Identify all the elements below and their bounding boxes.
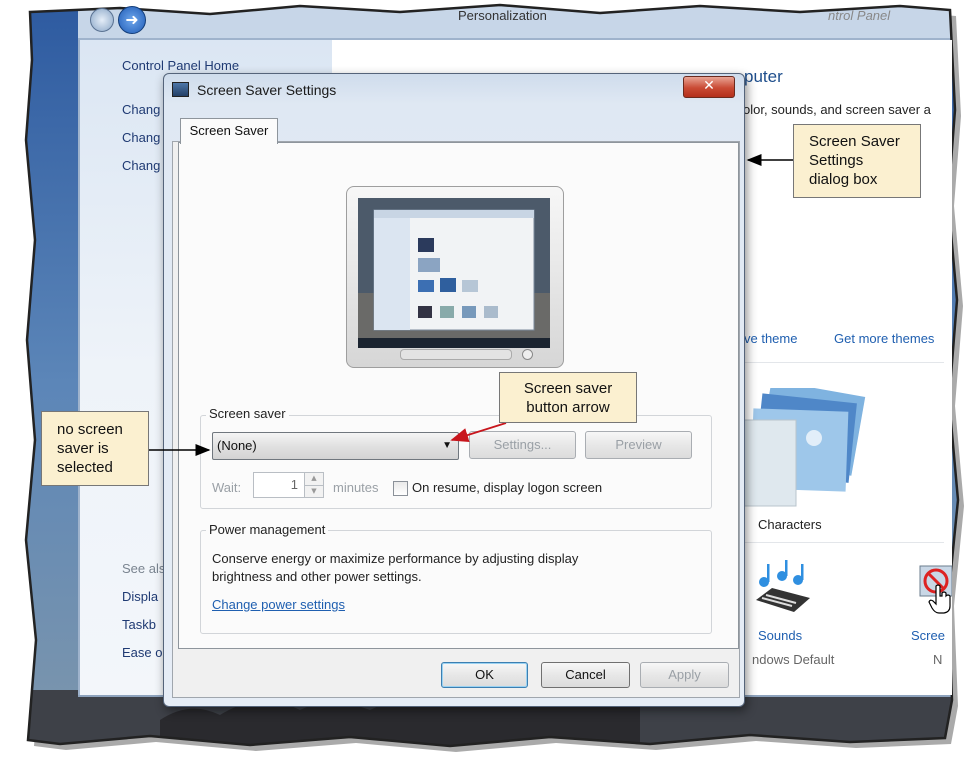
callout-no-screen-saver-line3: selected: [57, 459, 113, 476]
breadcrumb-right: ntrol Panel: [828, 8, 891, 23]
spinner-up-icon[interactable]: ▲: [304, 472, 324, 486]
screen-saver-group-label: Screen saver: [206, 406, 289, 421]
close-icon[interactable]: ✕: [683, 76, 735, 98]
wait-value: 1: [290, 477, 298, 492]
preview-screen: [358, 198, 550, 348]
sounds-music-icon[interactable]: [752, 558, 812, 614]
wait-label: Wait:: [212, 480, 242, 495]
back-icon[interactable]: [90, 8, 114, 32]
resume-checkbox[interactable]: [393, 481, 408, 496]
hand-cursor-icon: [928, 584, 951, 614]
callout-button-arrow: Screen saver button arrow: [499, 372, 637, 423]
power-description-line1: Conserve energy or maximize performance …: [212, 551, 579, 566]
resume-checkbox-label[interactable]: On resume, display logon screen: [412, 480, 602, 495]
apply-button[interactable]: Apply: [640, 662, 729, 688]
callout-no-screen-saver: no screen saver is selected: [41, 411, 149, 486]
callout-button-arrow-line2: button arrow: [526, 399, 610, 416]
screen-saver-dropdown[interactable]: (None) ▼: [212, 432, 459, 460]
callout-dialog-box-line1: Screen Saver: [809, 133, 900, 150]
callout-no-screen-saver-line2: saver is: [57, 440, 109, 457]
nav-see-also-taskbar[interactable]: Taskb: [122, 617, 156, 632]
callout-dialog-box-line3: dialog box: [809, 171, 878, 188]
breadcrumb[interactable]: Personalization: [458, 8, 547, 23]
monitor-power-indicator: [522, 349, 533, 360]
power-description-line2: brightness and other power settings.: [212, 569, 422, 584]
minutes-label: minutes: [333, 480, 379, 495]
settings-button[interactable]: Settings...: [469, 431, 576, 459]
ok-button[interactable]: OK: [441, 662, 528, 688]
nav-control-panel-home[interactable]: Control Panel Home: [122, 58, 239, 73]
nav-item-2[interactable]: Chang: [122, 130, 160, 145]
sounds-label[interactable]: Sounds: [758, 628, 802, 643]
theme-divider-2: [744, 542, 944, 543]
dropdown-arrow-icon[interactable]: ▼: [442, 433, 452, 458]
nav-see-also-ease[interactable]: Ease o: [122, 645, 162, 660]
callout-dialog-box: Screen Saver Settings dialog box: [793, 124, 921, 198]
save-theme-link[interactable]: ve theme: [744, 331, 797, 346]
dialog-app-icon: [172, 82, 189, 97]
tab-screen-saver[interactable]: Screen Saver: [180, 118, 278, 144]
power-management-group-label: Power management: [206, 522, 329, 537]
change-power-settings-link[interactable]: Change power settings: [212, 597, 345, 612]
screen-saver-selected-value: (None): [217, 438, 257, 453]
nav-see-also: See als: [122, 561, 166, 576]
theme-name-characters[interactable]: Characters: [758, 517, 822, 532]
page-heading: puter: [744, 67, 783, 86]
sounds-sublabel: ndows Default: [752, 652, 835, 667]
theme-divider: [744, 362, 944, 363]
get-more-themes-link[interactable]: Get more themes: [834, 331, 934, 346]
nav-see-also-display[interactable]: Displa: [122, 589, 158, 604]
preview-button[interactable]: Preview: [585, 431, 692, 459]
cancel-button[interactable]: Cancel: [541, 662, 630, 688]
screensaver-label[interactable]: Scree: [911, 628, 945, 643]
dialog-title: Screen Saver Settings: [197, 82, 337, 98]
monitor-base-bar: [400, 349, 512, 360]
nav-item-3[interactable]: Chang: [122, 158, 160, 173]
spinner-down-icon[interactable]: ▼: [304, 485, 324, 498]
page-subtext: olor, sounds, and screen saver a: [743, 102, 931, 117]
forward-icon[interactable]: ➜: [118, 6, 146, 34]
callout-no-screen-saver-line1: no screen: [57, 421, 123, 438]
screensaver-sublabel: N: [933, 652, 943, 667]
callout-button-arrow-line1: Screen saver: [523, 380, 613, 397]
callout-dialog-box-line2: Settings: [809, 152, 864, 169]
wait-spinner-input[interactable]: 1: [253, 472, 305, 498]
characters-theme-thumbnail[interactable]: [744, 388, 874, 512]
nav-item-1[interactable]: Chang: [122, 102, 160, 117]
